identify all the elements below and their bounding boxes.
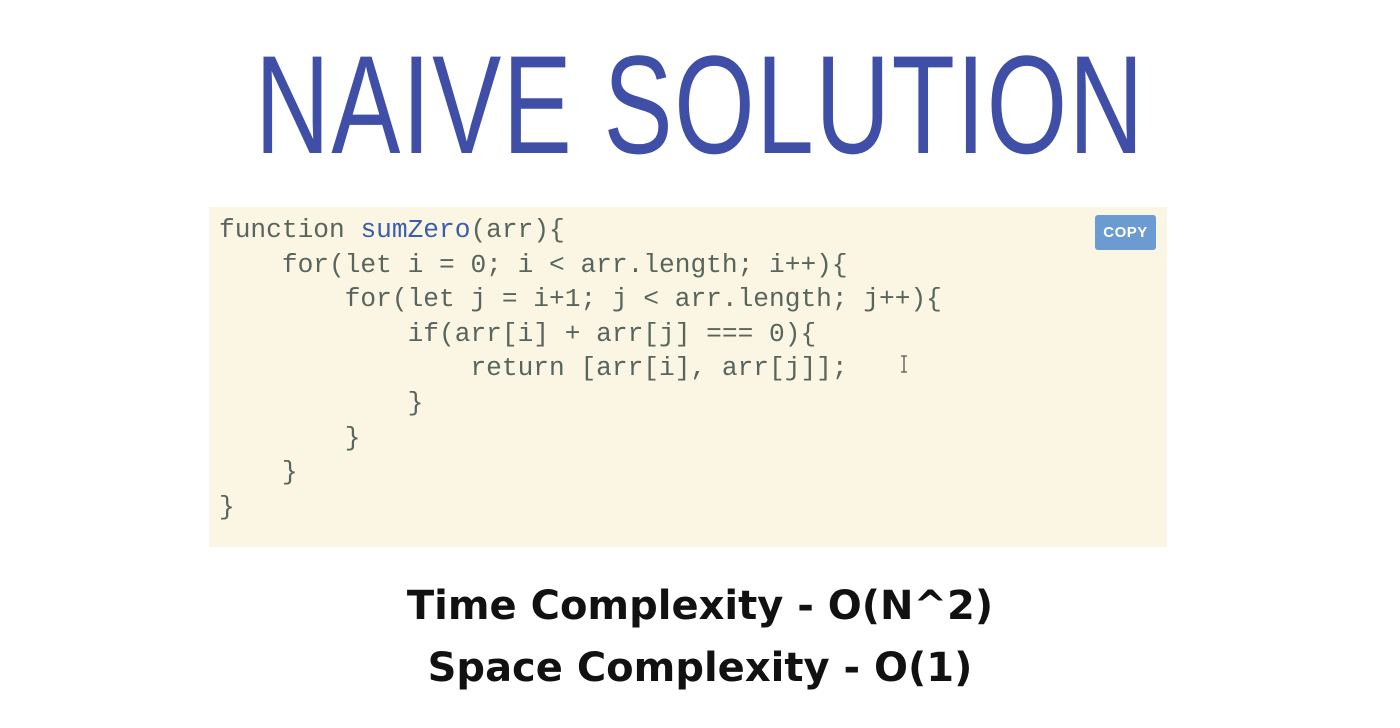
space-complexity: Space Complexity - O(1) [427, 645, 973, 691]
code-text: for(let i = 0; i < arr.length; i++){ [219, 249, 848, 280]
code-text: if(arr[i] + arr[j] === 0){ [219, 318, 817, 349]
code-line-3: for(let j = i+1; j < arr.length; j++){ [219, 282, 942, 317]
code-line-6: } [219, 386, 942, 421]
code-text: } [219, 422, 361, 453]
code-text: return [arr[i], arr[j]]; [219, 353, 848, 384]
code-line-1: function sumZero(arr){ [219, 213, 942, 248]
code-text: (arr){ [470, 215, 565, 245]
code-listing: function sumZero(arr){ for(let i = 0; i … [219, 213, 942, 524]
code-text: function [219, 215, 361, 245]
page-title: NAIVE SOLUTION [255, 26, 1145, 183]
text-cursor-icon [901, 355, 907, 373]
code-line-9: } [219, 490, 942, 525]
code-text: } [219, 457, 298, 488]
code-line-5: return [arr[i], arr[j]]; [219, 351, 942, 386]
code-line-7: } [219, 421, 942, 456]
slide: NAIVE SOLUTION function sumZero(arr){ fo… [0, 0, 1400, 728]
code-line-4: if(arr[i] + arr[j] === 0){ [219, 317, 942, 352]
time-complexity: Time Complexity - O(N^2) [406, 583, 994, 629]
code-line-2: for(let i = 0; i < arr.length; i++){ [219, 248, 942, 283]
function-name: sumZero [360, 215, 471, 245]
code-line-8: } [219, 455, 942, 490]
code-text: } [219, 491, 235, 522]
copy-button[interactable]: COPY [1095, 215, 1156, 250]
code-text: for(let j = i+1; j < arr.length; j++){ [219, 284, 942, 315]
code-text: } [219, 387, 424, 418]
code-block: function sumZero(arr){ for(let i = 0; i … [209, 207, 1167, 547]
